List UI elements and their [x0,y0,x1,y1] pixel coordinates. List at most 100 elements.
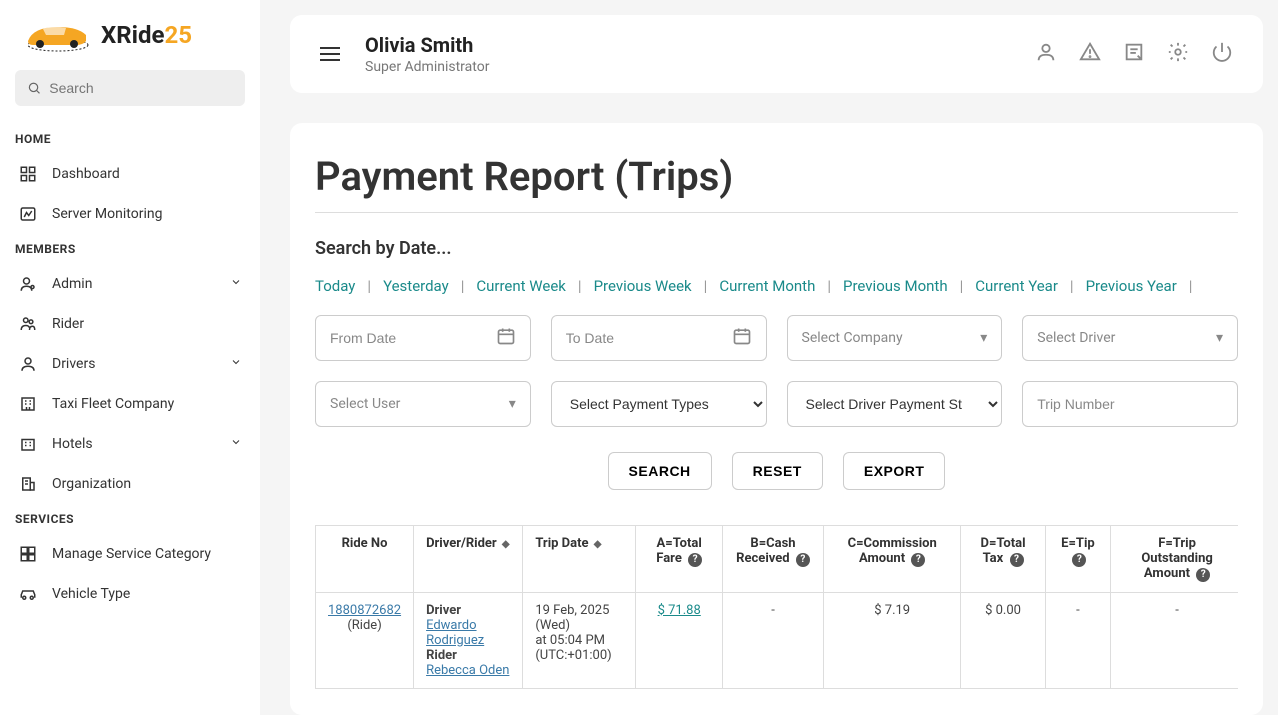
to-date-input[interactable] [551,315,767,361]
alert-icon[interactable] [1079,41,1101,67]
cell-tip: - [1045,592,1110,688]
select-driver-payment-status[interactable]: Select Driver Payment St [787,381,1003,427]
menu-toggle-button[interactable] [320,47,340,61]
content: Payment Report (Trips) Search by Date...… [290,123,1263,715]
cell-outstanding: - [1111,592,1238,688]
caret-down-icon: ▾ [509,396,516,412]
sidebar-search[interactable] [15,70,245,106]
select-user[interactable]: Select User ▾ [315,381,531,427]
nav-label: Taxi Fleet Company [52,396,174,412]
nav-organization[interactable]: Organization [0,464,260,504]
from-date-input[interactable] [315,315,531,361]
filter-current-month[interactable]: Current Month [719,277,815,295]
trip-number-input[interactable] [1022,381,1238,427]
server-monitoring-icon [18,204,38,224]
caret-down-icon: ▾ [980,330,987,346]
chevron-down-icon [230,356,242,372]
select-company-label: Select Company [802,330,903,346]
filter-today[interactable]: Today [315,277,355,295]
cell-tax: $ 0.00 [961,592,1045,688]
logo-text: XRide25 [101,21,192,49]
select-payment-types[interactable]: Select Payment Types [551,381,767,427]
nav-vehicle-type[interactable]: Vehicle Type [0,574,260,614]
report-table: Ride No Driver/Rider ◆ Trip Date ◆ A=Tot… [315,525,1238,689]
logo-car-icon [18,15,93,55]
filter-current-year[interactable]: Current Year [975,277,1058,295]
user-name: Olivia Smith [365,33,489,57]
caret-down-icon: ▾ [1216,330,1223,346]
profile-icon[interactable] [1035,41,1057,67]
select-driver[interactable]: Select Driver ▾ [1022,315,1238,361]
nav-drivers[interactable]: Drivers [0,344,260,384]
reset-button[interactable]: RESET [732,452,823,490]
sort-icon: ◆ [502,539,510,550]
help-icon[interactable]: ? [688,553,702,567]
filter-previous-month[interactable]: Previous Month [843,277,948,295]
col-outstanding[interactable]: F=Trip Outstanding Amount ? [1111,526,1238,593]
nav-label: Server Monitoring [52,206,162,222]
help-icon[interactable]: ? [1072,553,1086,567]
select-user-label: Select User [330,396,400,412]
driver-link[interactable]: Edwardo Rodriguez [426,618,484,648]
cell-ride-no: 1880872682 (Ride) [316,592,414,688]
nav-hotels[interactable]: Hotels [0,424,260,464]
to-date-field[interactable] [566,330,732,346]
calendar-icon [496,326,516,350]
main: Olivia Smith Super Administrator Payment… [260,0,1278,715]
nav-rider[interactable]: Rider [0,304,260,344]
export-button[interactable]: EXPORT [843,452,946,490]
filter-current-week[interactable]: Current Week [476,277,566,295]
col-ride-no[interactable]: Ride No [316,526,414,593]
cell-total-fare: $ 71.88 [636,592,723,688]
note-icon[interactable] [1123,41,1145,67]
table-row: 1880872682 (Ride) Driver Edwardo Rodrigu… [316,592,1239,688]
nav-server-monitoring[interactable]: Server Monitoring [0,194,260,234]
filter-previous-year[interactable]: Previous Year [1086,277,1177,295]
help-icon[interactable]: ? [796,553,810,567]
col-cash-received[interactable]: B=Cash Received ? [722,526,823,593]
calendar-icon [732,326,752,350]
filter-previous-week[interactable]: Previous Week [594,277,692,295]
page-title: Payment Report (Trips) [315,153,1238,213]
nav-admin[interactable]: Admin [0,264,260,304]
total-fare-link[interactable]: $ 71.88 [658,603,701,618]
col-trip-date[interactable]: Trip Date ◆ [523,526,636,593]
from-date-field[interactable] [330,330,496,346]
col-commission[interactable]: C=Commission Amount ? [824,526,961,593]
nav-dashboard[interactable]: Dashboard [0,154,260,194]
service-category-icon [18,544,38,564]
nav-label: Rider [52,316,84,332]
company-icon [18,394,38,414]
col-tax[interactable]: D=Total Tax ? [961,526,1045,593]
cell-driver-rider: Driver Edwardo Rodriguez Rider Rebecca O… [414,592,523,688]
cell-cash: - [722,592,823,688]
organization-icon [18,474,38,494]
drivers-icon [18,354,38,374]
nav-taxi-fleet-company[interactable]: Taxi Fleet Company [0,384,260,424]
settings-icon[interactable] [1167,41,1189,67]
vehicle-type-icon [18,584,38,604]
select-driver-label: Select Driver [1037,330,1115,346]
sidebar-search-input[interactable] [49,80,233,96]
nav-label: Manage Service Category [52,546,211,562]
col-tip[interactable]: E=Tip ? [1045,526,1110,593]
hotels-icon [18,434,38,454]
filter-yesterday[interactable]: Yesterday [383,277,449,295]
search-icon [27,80,41,96]
ride-type: (Ride) [347,618,381,633]
help-icon[interactable]: ? [911,553,925,567]
nav-label: Dashboard [52,166,120,182]
nav-section-home: HOME [0,124,260,154]
trip-number-field[interactable] [1037,396,1223,412]
help-icon[interactable]: ? [1196,568,1210,582]
admin-icon [18,274,38,294]
select-company[interactable]: Select Company ▾ [787,315,1003,361]
search-button[interactable]: SEARCH [608,452,712,490]
ride-no-link[interactable]: 1880872682 [328,603,401,618]
nav-manage-service-category[interactable]: Manage Service Category [0,534,260,574]
col-driver-rider[interactable]: Driver/Rider ◆ [414,526,523,593]
help-icon[interactable]: ? [1010,553,1024,567]
col-total-fare[interactable]: A=Total Fare ? [636,526,723,593]
rider-link[interactable]: Rebecca Oden [426,663,509,678]
power-icon[interactable] [1211,41,1233,67]
